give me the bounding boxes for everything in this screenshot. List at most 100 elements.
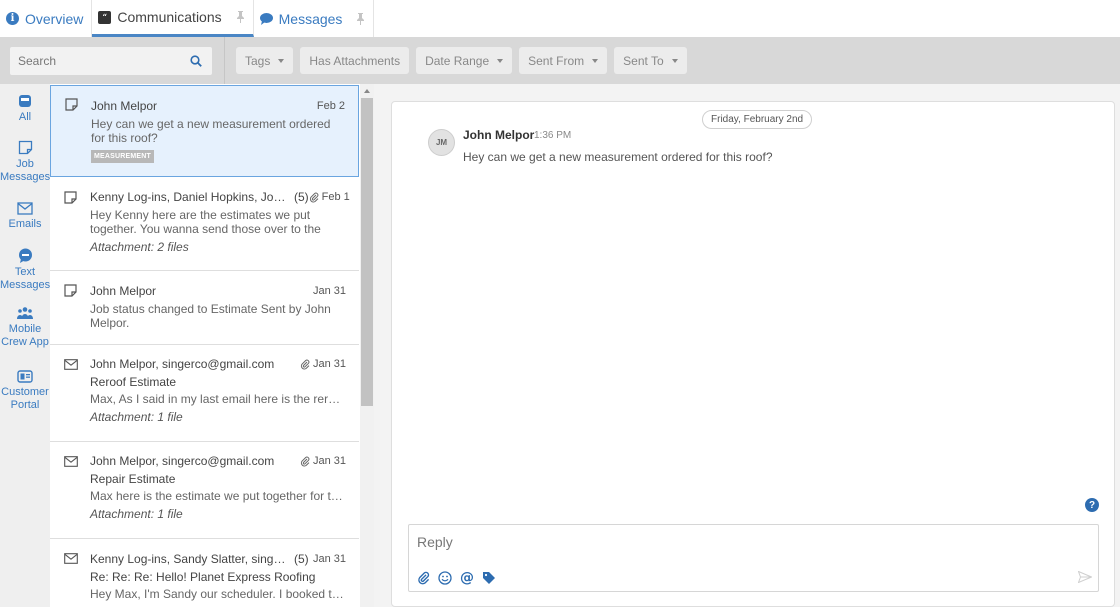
inbox-icon bbox=[19, 95, 31, 107]
quote-icon: “ bbox=[98, 10, 112, 24]
message-preview: Job status changed to Estimate Sent by J… bbox=[90, 302, 331, 330]
mention-icon[interactable]: @ bbox=[460, 570, 474, 586]
avatar: JM bbox=[428, 129, 455, 156]
nav-label: Customer Portal bbox=[1, 386, 49, 411]
help-icon[interactable]: ? bbox=[1085, 498, 1099, 512]
scroll-up-arrow[interactable] bbox=[364, 89, 370, 93]
emoji-icon[interactable] bbox=[438, 571, 452, 585]
crew-icon bbox=[17, 307, 33, 319]
list-scrollbar[interactable] bbox=[360, 84, 374, 607]
message-preview: Max here is the estimate we put together… bbox=[90, 489, 346, 503]
message-date: Jan 31 bbox=[312, 285, 346, 297]
list-item[interactable]: John Melpor, singerco@gmail.com Jan 31 Re… bbox=[50, 442, 359, 539]
message-list: John Melpor Feb 2 Hey can we get a new me… bbox=[50, 84, 360, 607]
nav-item-mobile-crew-app[interactable]: Mobile Crew App bbox=[0, 306, 50, 349]
message-preview: Max, As I said in my last email here is … bbox=[90, 392, 346, 406]
pin-icon[interactable] bbox=[236, 11, 245, 23]
tab-overview[interactable]: i Overview bbox=[0, 0, 93, 37]
message-preview: Hey Max, I'm Sandy our scheduler. I book… bbox=[90, 587, 346, 601]
sender: John Melpor bbox=[91, 99, 158, 113]
envelope-icon bbox=[17, 202, 33, 215]
list-item[interactable]: Kenny Log-ins, Daniel Hopkins, Joh... (5)… bbox=[50, 178, 359, 271]
filter-sent-from[interactable]: Sent From bbox=[519, 47, 608, 74]
message-preview: Hey Kenny here are the estimates we put … bbox=[90, 208, 321, 236]
pin-icon[interactable] bbox=[356, 12, 365, 25]
attachment-info: Attachment: 1 file bbox=[90, 507, 183, 521]
text-bubble-icon bbox=[18, 248, 32, 263]
thread-count: (5) bbox=[294, 190, 309, 204]
message-subject: Reroof Estimate bbox=[90, 375, 177, 389]
paperclip-icon[interactable] bbox=[417, 571, 430, 585]
filter-buttons: Tags Has Attachments Date Range Sent Fro… bbox=[236, 47, 687, 74]
message-date: Feb 2 bbox=[316, 100, 345, 112]
nav-label: Job Messages bbox=[0, 158, 51, 183]
reply-input[interactable] bbox=[417, 534, 1057, 556]
filter-bar: Tags Has Attachments Date Range Sent Fro… bbox=[0, 37, 1120, 84]
sender: John Melpor, singerco@gmail.com bbox=[90, 454, 275, 468]
filter-date-range[interactable]: Date Range bbox=[416, 47, 513, 74]
filter-tags[interactable]: Tags bbox=[236, 47, 294, 74]
chevron-down-icon bbox=[497, 58, 504, 63]
reply-toolbar: @ bbox=[417, 570, 496, 586]
date-separator: Friday, February 2nd bbox=[702, 110, 813, 129]
nav-item-text-messages[interactable]: Text Messages bbox=[0, 248, 50, 292]
paperclip-icon bbox=[300, 359, 310, 369]
message-author: John Melpor bbox=[463, 128, 535, 142]
list-item[interactable]: John Melpor Jan 31 Job status changed to … bbox=[50, 271, 359, 345]
conversation-panel: Friday, February 2nd JM John Melpor 1:36… bbox=[391, 101, 1115, 607]
filter-label: Sent From bbox=[528, 53, 585, 68]
message-date: Jan 31 bbox=[312, 455, 346, 467]
nav-item-emails[interactable]: Emails bbox=[0, 202, 50, 231]
tab-bar: i Overview “ Communications Messages bbox=[0, 0, 1120, 37]
chevron-down-icon bbox=[671, 58, 678, 63]
portal-icon bbox=[17, 370, 33, 383]
nav-label: Emails bbox=[8, 218, 42, 230]
tab-messages[interactable]: Messages bbox=[254, 0, 375, 37]
message-time: 1:36 PM bbox=[534, 130, 572, 141]
tab-label: Messages bbox=[278, 10, 343, 27]
note-icon bbox=[65, 98, 78, 111]
reply-box: @ bbox=[408, 524, 1099, 592]
attachment-info: Attachment: 1 file bbox=[90, 410, 183, 424]
send-icon[interactable] bbox=[1078, 571, 1092, 583]
scrollbar-thumb[interactable] bbox=[361, 98, 373, 406]
search-icon[interactable] bbox=[190, 55, 202, 67]
tab-label: Overview bbox=[25, 10, 84, 27]
tab-label: Communications bbox=[117, 9, 222, 25]
filter-label: Has Attachments bbox=[309, 53, 401, 68]
paperclip-icon bbox=[300, 456, 310, 466]
tab-communications[interactable]: “ Communications bbox=[92, 0, 254, 37]
note-icon bbox=[64, 191, 77, 204]
filter-sent-to[interactable]: Sent To bbox=[614, 47, 687, 74]
envelope-icon bbox=[64, 456, 78, 467]
filter-has-attachments[interactable]: Has Attachments bbox=[300, 47, 410, 74]
chevron-down-icon bbox=[278, 58, 285, 63]
list-item[interactable]: John Melpor, singerco@gmail.com Jan 31 Re… bbox=[50, 345, 359, 442]
tag-icon[interactable] bbox=[482, 571, 496, 585]
message-preview: Hey can we get a new measurement ordered… bbox=[91, 117, 331, 145]
list-item[interactable]: Kenny Log-ins, Sandy Slatter, singerco..… bbox=[50, 539, 359, 607]
search-input[interactable] bbox=[18, 54, 190, 68]
sender: John Melpor bbox=[90, 284, 157, 298]
nav-item-all[interactable]: All bbox=[0, 94, 50, 124]
nav-item-job-messages[interactable]: Job Messages bbox=[0, 140, 50, 184]
filter-label: Date Range bbox=[425, 53, 490, 68]
chevron-down-icon bbox=[592, 58, 599, 63]
list-item[interactable]: John Melpor Feb 2 Hey can we get a new me… bbox=[50, 85, 359, 177]
sender: Kenny Log-ins, Sandy Slatter, singerco..… bbox=[90, 552, 290, 566]
tag-badge[interactable]: MEASUREMENT bbox=[91, 150, 155, 163]
filter-label: Tags bbox=[245, 53, 271, 68]
envelope-icon bbox=[64, 359, 78, 370]
thread-count: (5) bbox=[294, 552, 309, 566]
note-icon bbox=[18, 140, 32, 155]
nav-label: All bbox=[18, 111, 32, 123]
paperclip-icon bbox=[309, 192, 319, 202]
sender: Kenny Log-ins, Daniel Hopkins, Joh... bbox=[90, 190, 290, 204]
nav-item-customer-portal[interactable]: Customer Portal bbox=[0, 370, 50, 412]
attachment-info: Attachment: 2 files bbox=[90, 240, 189, 254]
filter-label: Sent To bbox=[623, 53, 664, 68]
message-date: Jan 31 bbox=[312, 553, 346, 565]
channel-nav: All Job Messages Emails Text Messages Mo… bbox=[0, 84, 50, 607]
info-icon: i bbox=[6, 12, 19, 25]
message-date: Jan 31 bbox=[312, 358, 346, 370]
